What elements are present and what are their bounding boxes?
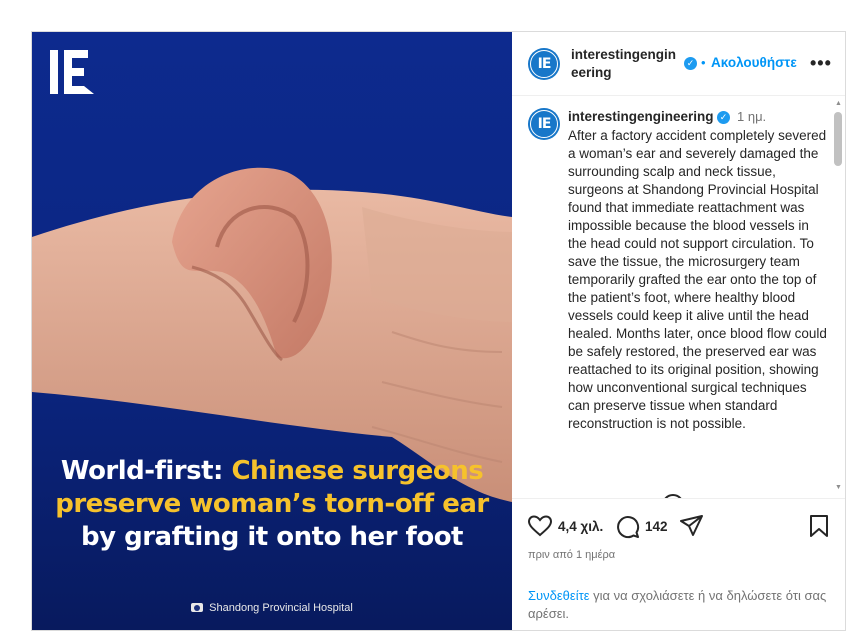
bookmark-icon[interactable] — [809, 515, 829, 537]
comment-count[interactable]: 142 — [645, 519, 668, 534]
verified-icon: ✓ — [684, 57, 697, 70]
photo-credit-text: Shandong Provincial Hospital — [209, 602, 353, 614]
header-username[interactable]: interestingengineering — [571, 46, 679, 82]
headline-part-3: by grafting it onto her foot — [80, 522, 464, 552]
photo-credit: Shandong Provincial Hospital — [32, 602, 512, 614]
comments-area[interactable]: IE interestingengineering ✓ 1 ημ. After … — [512, 96, 845, 498]
post-sidebar: IE interestingengineering ✓ • Ακολουθήστ… — [512, 32, 845, 630]
more-icon[interactable]: ••• — [810, 53, 832, 74]
instagram-post: World-first: Chinese surgeons preserve w… — [31, 31, 846, 631]
ie-logo — [50, 50, 94, 94]
login-prompt: Συνδεθείτε για να σχολιάσετε ή να δηλώσε… — [528, 587, 828, 623]
caption-text: After a factory accident completely seve… — [568, 128, 827, 431]
scroll-down-arrow-icon[interactable]: ▼ — [835, 484, 842, 491]
like-count[interactable]: 4,4 χιλ. — [558, 519, 603, 534]
caption-time[interactable]: 1 ημ. — [737, 109, 766, 124]
post-actions: 4,4 χιλ. 142 πριν από 1 ημέρα Συνδεθείτε… — [512, 498, 845, 632]
scroll-up-arrow-icon[interactable]: ▲ — [835, 100, 842, 107]
follow-button[interactable]: Ακολουθήστε — [711, 55, 797, 70]
scrollbar-thumb[interactable] — [834, 112, 842, 166]
heart-icon[interactable] — [528, 515, 552, 537]
separator-dot: • — [701, 55, 706, 70]
comment-icon[interactable] — [616, 515, 640, 539]
post-date: πριν από 1 ημέρα — [528, 549, 616, 561]
caption-avatar[interactable]: IE — [528, 108, 560, 140]
caption-username[interactable]: interestingengineering — [568, 109, 714, 124]
login-link[interactable]: Συνδεθείτε — [528, 588, 590, 603]
headline-part-1: World-first: — [60, 456, 232, 486]
post-headline: World-first: Chinese surgeons preserve w… — [52, 455, 492, 554]
post-header: IE interestingengineering ✓ • Ακολουθήστ… — [512, 32, 845, 96]
post-image[interactable]: World-first: Chinese surgeons preserve w… — [32, 32, 512, 630]
camera-icon — [191, 603, 204, 612]
share-icon[interactable] — [680, 515, 704, 537]
avatar[interactable]: IE — [528, 48, 560, 80]
verified-icon: ✓ — [717, 111, 730, 124]
